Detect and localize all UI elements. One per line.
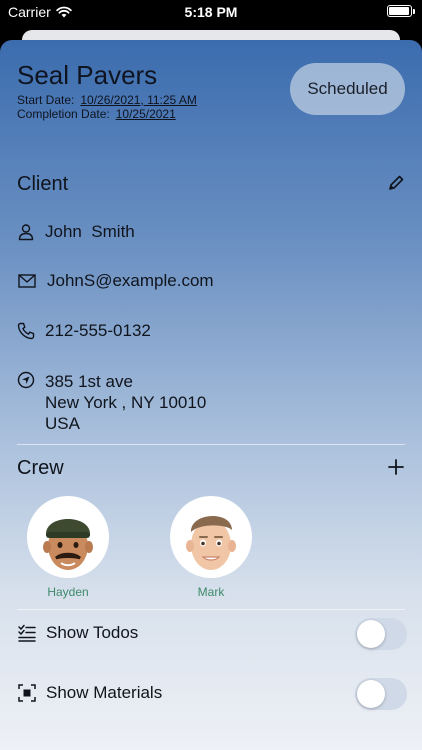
divider: [17, 609, 405, 610]
client-email-row[interactable]: JohnS@example.com: [17, 271, 214, 291]
envelope-icon: [18, 274, 36, 288]
show-todos-toggle[interactable]: [355, 618, 407, 650]
avatar: [27, 496, 109, 578]
client-name: John Smith: [45, 222, 135, 241]
status-bar: Carrier 5:18 PM: [0, 0, 422, 24]
client-phone-row[interactable]: 212-555-0132: [17, 321, 151, 341]
materials-icon: [18, 684, 36, 702]
client-section-title: Client: [17, 173, 69, 195]
completion-date-label: Completion Date:: [17, 107, 110, 121]
show-materials-row: Show Materials: [17, 683, 162, 703]
address-line-1: 385 1st ave: [45, 372, 133, 391]
crew-name: Hayden: [47, 585, 89, 599]
divider: [17, 444, 405, 445]
crew-section-title: Crew: [17, 457, 64, 479]
start-date-label: Start Date:: [17, 93, 75, 107]
crew-name: Mark: [197, 585, 225, 599]
job-title: Seal Pavers: [17, 60, 158, 90]
location-arrow-icon: [17, 371, 35, 389]
crew-member-hayden[interactable]: Hayden: [27, 496, 109, 599]
status-button[interactable]: Scheduled: [290, 63, 405, 115]
client-name-row: John Smith: [17, 222, 135, 242]
avatar: [170, 496, 252, 578]
address-line-2: New York , NY 10010: [45, 393, 207, 412]
client-email[interactable]: JohnS@example.com: [47, 271, 214, 291]
show-todos-row: Show Todos: [17, 623, 138, 643]
address-line-3: USA: [45, 414, 80, 433]
completion-date-row: Completion Date: 10/25/2021: [17, 107, 176, 121]
battery-icon: [387, 5, 415, 17]
job-detail-sheet: Seal Pavers Start Date: 10/26/2021, 11:25…: [0, 40, 422, 750]
show-materials-toggle[interactable]: [355, 678, 407, 710]
phone-icon: [17, 322, 35, 340]
client-phone[interactable]: 212-555-0132: [45, 321, 151, 341]
clock: 5:18 PM: [184, 4, 238, 20]
pencil-icon[interactable]: [386, 173, 406, 193]
person-icon: [18, 224, 34, 241]
start-date-row: Start Date: 10/26/2021, 11:25 AM: [17, 93, 197, 107]
memoji-avatar-icon: [43, 519, 93, 570]
checklist-icon: [18, 624, 36, 642]
client-address[interactable]: 385 1st ave New York , NY 10010 USA: [45, 371, 206, 434]
show-todos-label: Show Todos: [46, 623, 139, 642]
memoji-avatar-icon: [186, 515, 236, 570]
crew-member-mark[interactable]: Mark: [170, 496, 252, 599]
completion-date-value[interactable]: 10/25/2021: [116, 107, 176, 121]
plus-icon[interactable]: [386, 457, 406, 477]
show-materials-label: Show Materials: [46, 683, 163, 702]
start-date-value[interactable]: 10/26/2021, 11:25 AM: [80, 93, 197, 107]
